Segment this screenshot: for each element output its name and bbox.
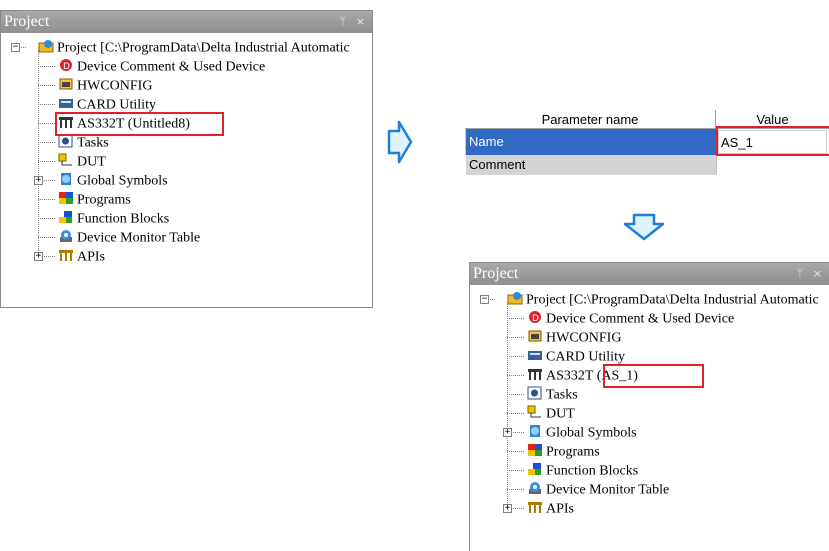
parameter-table: Parameter name Value Name AS_1 Comment bbox=[451, 110, 829, 176]
tree-item-apis[interactable]: APIs bbox=[58, 247, 105, 266]
expand-toggle-apis[interactable]: + bbox=[34, 252, 43, 261]
param-row-comment[interactable]: Comment bbox=[451, 155, 829, 175]
expand-toggle-apis[interactable]: + bbox=[503, 504, 512, 513]
tree-item-project[interactable]: Project [C:\ProgramData\Delta Industrial… bbox=[507, 290, 819, 309]
param-name-cell[interactable]: Name bbox=[466, 129, 716, 155]
tree-item-device-monitor-table[interactable]: Device Monitor Table bbox=[527, 480, 669, 499]
device-monitor-icon bbox=[58, 229, 74, 243]
device-comment-icon: D bbox=[58, 58, 74, 72]
collapse-toggle[interactable]: − bbox=[480, 295, 489, 304]
row-indicator bbox=[451, 155, 465, 175]
svg-text:D: D bbox=[63, 62, 70, 72]
tree-item-apis[interactable]: APIs bbox=[527, 499, 574, 518]
param-comment-name-cell[interactable]: Comment bbox=[466, 155, 716, 175]
highlight-box-value bbox=[716, 126, 829, 156]
left-project-tree: − + + Project [C:\ProgramData\Delta Indu… bbox=[1, 33, 372, 307]
tree-item-dut[interactable]: DUT bbox=[58, 152, 106, 171]
right-project-tree: − + + Project [C:\ProgramData\Delta Indu… bbox=[470, 285, 829, 551]
param-comment-value-cell[interactable] bbox=[716, 155, 829, 175]
tree-item-project[interactable]: Project [C:\ProgramData\Delta Industrial… bbox=[38, 38, 350, 57]
right-panel-title: Project bbox=[473, 265, 519, 282]
left-panel-header: Project ᛘ × bbox=[1, 11, 372, 33]
programs-icon bbox=[58, 191, 74, 205]
function-blocks-icon bbox=[58, 210, 74, 224]
tree-item-device-monitor-table[interactable]: Device Monitor Table bbox=[58, 228, 200, 247]
pin-close-controls[interactable]: ᛘ × bbox=[797, 263, 825, 285]
device-monitor-icon bbox=[527, 481, 543, 495]
project-icon bbox=[507, 291, 523, 305]
right-arrow-icon bbox=[387, 120, 413, 164]
hwconfig-icon bbox=[58, 77, 74, 91]
down-arrow-icon bbox=[623, 213, 665, 241]
tasks-icon bbox=[527, 386, 543, 400]
dut-icon bbox=[58, 153, 74, 167]
hwconfig-icon bbox=[527, 329, 543, 343]
column-header-parameter-name[interactable]: Parameter name bbox=[465, 110, 716, 129]
tree-item-tasks[interactable]: Tasks bbox=[527, 385, 578, 404]
expand-toggle-global-symbols[interactable]: + bbox=[34, 176, 43, 185]
project-icon bbox=[38, 39, 54, 53]
highlight-box-untitled bbox=[55, 112, 224, 136]
tasks-icon bbox=[58, 134, 74, 148]
right-panel-header: Project ᛘ × bbox=[470, 263, 829, 285]
dut-icon bbox=[527, 405, 543, 419]
global-symbols-icon bbox=[58, 172, 74, 186]
card-utility-icon bbox=[58, 96, 74, 110]
tree-item-hwconfig[interactable]: HWCONFIG bbox=[527, 328, 621, 347]
highlight-box-as1 bbox=[603, 364, 704, 388]
collapse-toggle[interactable]: − bbox=[11, 43, 20, 52]
right-project-panel: Project ᛘ × − + + Project [C:\ProgramDat… bbox=[469, 262, 829, 551]
row-indicator bbox=[451, 129, 466, 155]
tree-item-global-symbols[interactable]: Global Symbols bbox=[527, 423, 637, 442]
svg-text:D: D bbox=[532, 314, 539, 324]
global-symbols-icon bbox=[527, 424, 543, 438]
tree-item-global-symbols[interactable]: Global Symbols bbox=[58, 171, 168, 190]
left-project-panel: Project ᛘ × − + + Project [C:\ProgramDat… bbox=[0, 10, 373, 308]
device-comment-icon: D bbox=[527, 310, 543, 324]
programs-icon bbox=[527, 443, 543, 457]
apis-icon bbox=[58, 248, 74, 262]
left-panel-title: Project bbox=[4, 13, 50, 30]
expand-toggle-global-symbols[interactable]: + bbox=[503, 428, 512, 437]
tree-item-programs[interactable]: Programs bbox=[58, 190, 131, 209]
tree-item-hwconfig[interactable]: HWCONFIG bbox=[58, 76, 152, 95]
tree-item-programs[interactable]: Programs bbox=[527, 442, 600, 461]
tree-item-function-blocks[interactable]: Function Blocks bbox=[58, 209, 169, 228]
pin-close-controls[interactable]: ᛘ × bbox=[340, 11, 368, 33]
tree-item-function-blocks[interactable]: Function Blocks bbox=[527, 461, 638, 480]
tree-item-dut[interactable]: DUT bbox=[527, 404, 575, 423]
tree-item-device-comment[interactable]: D Device Comment & Used Device bbox=[58, 57, 265, 76]
card-utility-icon bbox=[527, 348, 543, 362]
tree-item-device-comment[interactable]: D Device Comment & Used Device bbox=[527, 309, 734, 328]
apis-icon bbox=[527, 500, 543, 514]
function-blocks-icon bbox=[527, 462, 543, 476]
plc-module-icon bbox=[527, 367, 543, 381]
